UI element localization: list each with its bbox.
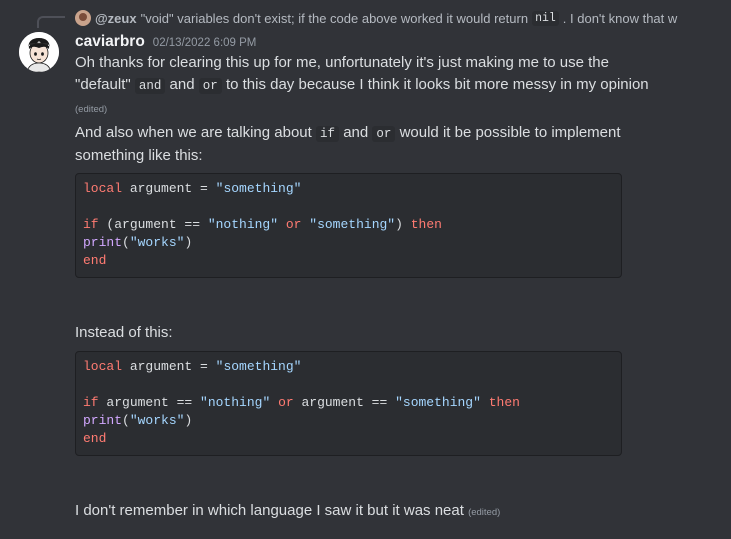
code-text: argument == xyxy=(98,395,201,410)
code-keyword: if xyxy=(83,395,99,410)
code-string: "something" xyxy=(215,359,302,374)
code-text: ( xyxy=(122,413,130,428)
code-keyword: then xyxy=(488,395,520,410)
p1-quote: "default" xyxy=(75,76,131,93)
code-string: "works" xyxy=(129,235,185,250)
code-string: "nothing" xyxy=(207,217,279,232)
message-paragraph-1: Oh thanks for clearing this up for me, u… xyxy=(75,52,715,121)
p1-and: and xyxy=(169,76,195,93)
p4-text: I don't remember in which language I saw… xyxy=(75,502,464,519)
code-keyword: local xyxy=(83,359,123,374)
code-keyword: or xyxy=(278,395,294,410)
code-keyword: if xyxy=(83,217,99,232)
code-text: ) xyxy=(395,217,411,232)
inline-code-if: if xyxy=(316,126,340,142)
reply-spine xyxy=(37,16,65,28)
p2-part2: would it be possible to implement xyxy=(399,124,621,141)
code-text: (argument == xyxy=(98,217,208,232)
p2-part1: And also when we are talking about xyxy=(75,124,312,141)
edited-label: (edited) xyxy=(75,104,108,115)
code-block-2[interactable]: local argument = "something" if argument… xyxy=(75,351,622,456)
code-string: "something" xyxy=(215,181,302,196)
user-avatar-icon xyxy=(19,32,59,72)
avatar[interactable] xyxy=(19,32,59,72)
reply-preview[interactable]: @zeux "void" variables don't exist; if t… xyxy=(75,9,725,27)
reply-text-tail: . I don't know that w xyxy=(562,10,678,26)
reply-inline-code: nil xyxy=(532,10,559,26)
code-text: ) xyxy=(184,413,193,428)
reply-author-avatar[interactable] xyxy=(75,10,91,26)
code-block-1[interactable]: local argument = "something" if (argumen… xyxy=(75,173,622,278)
code-function: print xyxy=(83,235,123,250)
code-string: "works" xyxy=(129,413,185,428)
username[interactable]: caviarbro xyxy=(75,33,145,51)
code-text: ( xyxy=(122,235,130,250)
code-keyword: end xyxy=(83,431,107,446)
code-text: argument == xyxy=(293,395,396,410)
code-keyword: then xyxy=(410,217,442,232)
message-paragraph-4: I don't remember in which language I saw… xyxy=(75,500,715,524)
reply-author[interactable]: @zeux xyxy=(95,11,137,26)
code-text: argument = xyxy=(122,359,216,374)
reply-text: "void" variables don't exist; if the cod… xyxy=(140,10,529,26)
edited-label-2: (edited) xyxy=(468,507,501,518)
code-string: "something" xyxy=(309,217,396,232)
code-text: ) xyxy=(184,235,193,250)
code-function: print xyxy=(83,413,123,428)
message-header: caviarbro 02/13/2022 6:09 PM xyxy=(75,33,256,51)
p1-tail: to this day because I think it looks bit… xyxy=(225,76,649,93)
p2-and: and xyxy=(343,124,369,141)
code-keyword: local xyxy=(83,181,123,196)
code-text: argument = xyxy=(122,181,216,196)
code-string: "nothing" xyxy=(200,395,271,410)
timestamp[interactable]: 02/13/2022 6:09 PM xyxy=(153,37,257,49)
inline-code-or: or xyxy=(198,78,222,94)
message-paragraph-3: Instead of this: xyxy=(75,324,173,341)
code-keyword: or xyxy=(285,217,302,232)
inline-code-and: and xyxy=(134,78,166,94)
code-string: "something" xyxy=(395,395,481,410)
p1-line1: Oh thanks for clearing this up for me, u… xyxy=(75,54,609,71)
p2-line2: something like this: xyxy=(75,147,203,164)
code-keyword: end xyxy=(83,253,107,268)
inline-code-or-2: or xyxy=(372,126,396,142)
message-paragraph-2: And also when we are talking about if an… xyxy=(75,122,715,167)
